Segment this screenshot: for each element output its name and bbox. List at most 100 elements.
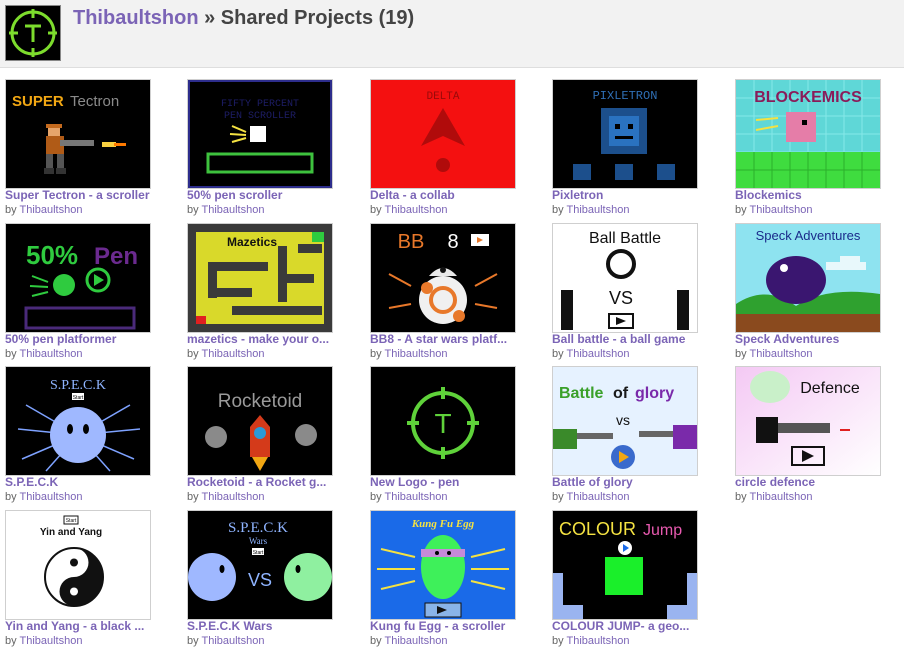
- thumb-text: Tectron: [70, 93, 119, 110]
- circle-defence-thumbnail: Defence: [736, 367, 880, 475]
- author-link[interactable]: Thibaultshon: [384, 491, 447, 503]
- avatar[interactable]: [5, 5, 61, 61]
- byline-prefix: by: [187, 204, 199, 216]
- author-link[interactable]: Thibaultshon: [201, 491, 264, 503]
- byline-prefix: by: [370, 204, 382, 216]
- author-link[interactable]: Thibaultshon: [384, 204, 447, 216]
- thumb-text: COLOUR: [559, 519, 636, 539]
- project-byline: by Thibaultshon: [735, 203, 812, 217]
- author-link[interactable]: Thibaultshon: [201, 204, 264, 216]
- project-thumbnail[interactable]: Rocketoid: [187, 366, 333, 476]
- author-link[interactable]: Thibaultshon: [201, 635, 264, 647]
- project-title-link[interactable]: 50% pen platformer: [5, 332, 155, 346]
- project-thumbnail[interactable]: S.P.E.C.K Wars Start VS: [187, 510, 333, 620]
- project-thumbnail[interactable]: SUPER Tectron: [5, 79, 151, 189]
- project-byline: by Thibaultshon: [187, 634, 264, 648]
- project-thumbnail[interactable]: T: [370, 366, 516, 476]
- author-link[interactable]: Thibaultshon: [19, 204, 82, 216]
- thumb-text: S.P.E.C.K: [50, 378, 106, 393]
- project-title-link[interactable]: Battle of glory: [552, 475, 702, 489]
- project-card: Kung Fu Egg Kung fu Egg - a scroller by …: [370, 510, 540, 650]
- project-thumbnail[interactable]: Kung Fu Egg: [370, 510, 516, 620]
- byline-prefix: by: [735, 491, 747, 503]
- project-card: Mazetics mazetics - make your o... by Th…: [187, 223, 357, 363]
- speck-adventures-thumbnail: Speck Adventures: [736, 224, 880, 332]
- project-byline: by Thibaultshon: [552, 203, 629, 217]
- project-thumbnail[interactable]: DELTA: [370, 79, 516, 189]
- thumb-text: VS: [248, 570, 272, 590]
- thumb-text: Rocketoid: [218, 391, 303, 412]
- project-thumbnail[interactable]: PIXLETRON: [552, 79, 698, 189]
- username-link[interactable]: Thibaultshon: [73, 7, 199, 29]
- project-thumbnail[interactable]: BB 8: [370, 223, 516, 333]
- project-title-link[interactable]: S.P.E.C.K: [5, 475, 155, 489]
- mazetics-thumbnail: Mazetics: [188, 224, 332, 332]
- project-title-link[interactable]: Blockemics: [735, 188, 885, 202]
- speck-thumbnail: S.P.E.C.K Start: [6, 367, 150, 475]
- author-link[interactable]: Thibaultshon: [566, 635, 629, 647]
- project-thumbnail[interactable]: Start Yin and Yang: [5, 510, 151, 620]
- thumb-text: PEN SCROLLER: [224, 111, 296, 122]
- project-title-link[interactable]: New Logo - pen: [370, 475, 520, 489]
- project-thumbnail[interactable]: FIFTY PERCENT PEN SCROLLER: [187, 79, 333, 189]
- project-title-link[interactable]: Ball battle - a ball game: [552, 332, 702, 346]
- project-card: BB 8 BB8 - A star wars platf... by Thiba…: [370, 223, 540, 363]
- super-tectron-thumbnail: SUPER Tectron: [6, 80, 150, 188]
- project-thumbnail[interactable]: S.P.E.C.K Start: [5, 366, 151, 476]
- thumb-text: Kung Fu Egg: [411, 518, 475, 530]
- author-link[interactable]: Thibaultshon: [201, 348, 264, 360]
- project-byline: by Thibaultshon: [5, 490, 82, 504]
- byline-prefix: by: [187, 348, 199, 360]
- project-thumbnail[interactable]: Battle of glory vs: [552, 366, 698, 476]
- project-byline: by Thibaultshon: [735, 490, 812, 504]
- author-link[interactable]: Thibaultshon: [566, 204, 629, 216]
- project-card: Rocketoid Rocketoid - a Rocket g... by T…: [187, 366, 357, 506]
- new-logo-thumbnail: T: [371, 367, 515, 475]
- project-title-link[interactable]: Pixletron: [552, 188, 702, 202]
- project-title-link[interactable]: mazetics - make your o...: [187, 332, 337, 346]
- logo-icon: [9, 9, 57, 57]
- project-title-link[interactable]: COLOUR JUMP- a geo...: [552, 619, 702, 633]
- project-card: PIXLETRON Pixletron by Thibaultshon: [552, 79, 722, 219]
- section-heading: Shared Projects (19): [220, 7, 415, 29]
- byline-prefix: by: [370, 348, 382, 360]
- author-link[interactable]: Thibaultshon: [566, 491, 629, 503]
- project-title-link[interactable]: 50% pen scroller: [187, 188, 337, 202]
- project-byline: by Thibaultshon: [735, 347, 812, 361]
- project-title-link[interactable]: Delta - a collab: [370, 188, 520, 202]
- byline-prefix: by: [5, 491, 17, 503]
- project-title-link[interactable]: circle defence: [735, 475, 885, 489]
- project-card: SUPER Tectron Super Tectron - a scroller…: [5, 79, 175, 219]
- page-header: Thibaultshon » Shared Projects (19): [0, 0, 904, 68]
- project-title-link[interactable]: Super Tectron - a scroller: [5, 188, 155, 202]
- author-link[interactable]: Thibaultshon: [749, 348, 812, 360]
- project-title-link[interactable]: S.P.E.C.K Wars: [187, 619, 337, 633]
- author-link[interactable]: Thibaultshon: [384, 635, 447, 647]
- thumb-text: vs: [616, 412, 630, 428]
- project-thumbnail[interactable]: Defence: [735, 366, 881, 476]
- thumb-text: Battle: [559, 385, 604, 402]
- project-thumbnail[interactable]: COLOUR Jump: [552, 510, 698, 620]
- project-title-link[interactable]: Yin and Yang - a black ...: [5, 619, 155, 633]
- project-thumbnail[interactable]: Speck Adventures: [735, 223, 881, 333]
- project-title-link[interactable]: Speck Adventures: [735, 332, 885, 346]
- author-link[interactable]: Thibaultshon: [384, 348, 447, 360]
- rocketoid-thumbnail: Rocketoid: [188, 367, 332, 475]
- author-link[interactable]: Thibaultshon: [19, 348, 82, 360]
- project-card: Battle of glory vs Battle of glory by Th…: [552, 366, 722, 506]
- project-title-link[interactable]: Rocketoid - a Rocket g...: [187, 475, 337, 489]
- author-link[interactable]: Thibaultshon: [19, 635, 82, 647]
- author-link[interactable]: Thibaultshon: [566, 348, 629, 360]
- author-link[interactable]: Thibaultshon: [749, 491, 812, 503]
- author-link[interactable]: Thibaultshon: [749, 204, 812, 216]
- project-thumbnail[interactable]: BLOCKEMICS: [735, 79, 881, 189]
- project-thumbnail[interactable]: 50% Pen: [5, 223, 151, 333]
- project-thumbnail[interactable]: Ball Battle VS: [552, 223, 698, 333]
- project-card: S.P.E.C.K Start S.P.E.C.K by Thibaultsho…: [5, 366, 175, 506]
- project-title-link[interactable]: BB8 - A star wars platf...: [370, 332, 520, 346]
- author-link[interactable]: Thibaultshon: [19, 491, 82, 503]
- thumb-text: Wars: [249, 536, 268, 546]
- thumb-text: 50%: [26, 240, 78, 270]
- project-thumbnail[interactable]: Mazetics: [187, 223, 333, 333]
- project-title-link[interactable]: Kung fu Egg - a scroller: [370, 619, 520, 633]
